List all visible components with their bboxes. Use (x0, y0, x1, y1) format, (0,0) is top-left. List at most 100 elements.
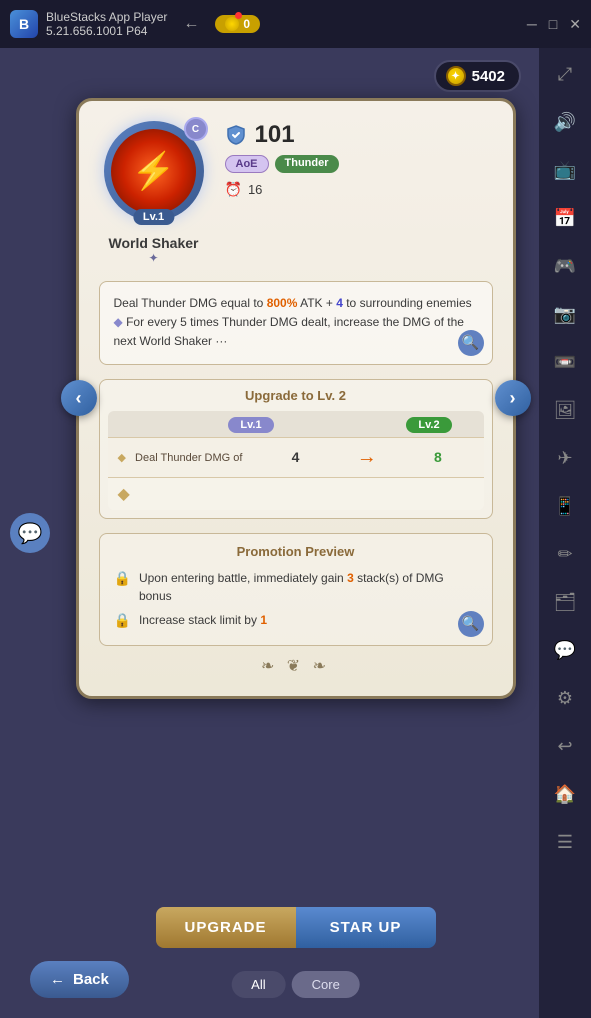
back-nav-arrow[interactable]: ← (183, 15, 199, 33)
skill-level-number: 101 (255, 121, 295, 149)
description-zoom-btn[interactable]: 🔍 (458, 330, 484, 356)
cooldown-value: 16 (248, 182, 262, 197)
description-box: Deal Thunder DMG equal to 800% ATK + 4 t… (99, 281, 493, 365)
promotion-title: Promotion Preview (114, 544, 478, 559)
sidebar-volume-icon[interactable]: 🔊 (549, 106, 581, 138)
coin-count: 0 (243, 17, 250, 31)
card-header: ⚡ C Lv.1 World Shaker ✦ (99, 121, 493, 265)
skill-info: 101 AoE Thunder ⏰ 16 (225, 121, 493, 198)
upgrade-table: Lv.1 Lv.2 ◆ Deal Thunder DMG of (108, 411, 484, 510)
promotion-zoom-btn[interactable]: 🔍 (458, 611, 484, 637)
sidebar-image-icon[interactable]: 🖼 (549, 394, 581, 426)
skill-icon-frame: ⚡ C Lv.1 (104, 121, 204, 221)
promo-num-1: 3 (347, 571, 354, 585)
sidebar-menu-icon[interactable]: ☰ (549, 826, 581, 858)
upgrade-col-lv1: Lv.1 (207, 417, 296, 431)
upgrade-row-val: 4 (260, 449, 331, 465)
skill-card-container: ‹ › ⚡ C Lv.1 World Shaker ✦ (76, 98, 516, 699)
promotion-text-2: Increase stack limit by 1 (139, 611, 267, 629)
app-name: BlueStacks App Player (46, 10, 167, 24)
sidebar-gamepad-icon[interactable]: 🎮 (549, 250, 581, 282)
upgrade-button[interactable]: UPGRADE (156, 907, 296, 948)
sidebar-camera-icon[interactable]: 📷 (549, 298, 581, 330)
lock-icon-2: 🔒 (114, 612, 131, 629)
app-logo: B (10, 10, 38, 38)
coin-badge: 0 (215, 15, 260, 33)
sidebar-settings-icon[interactable]: ⚙ (549, 682, 581, 714)
sidebar-home-icon[interactable]: 🏠 (549, 778, 581, 810)
nav-right-arrow[interactable]: › (495, 380, 531, 416)
skill-card: ‹ › ⚡ C Lv.1 World Shaker ✦ (76, 98, 516, 699)
row-dot: ◆ (118, 452, 126, 464)
clock-icon: ⏰ (225, 181, 242, 198)
back-button[interactable]: ← Back (30, 961, 129, 998)
description-text: Deal Thunder DMG equal to 800% ATK + 4 t… (114, 294, 478, 352)
coin-icon: ✦ (446, 66, 466, 86)
starup-button[interactable]: STAR UP (296, 907, 436, 948)
top-coin-display: ✦ 5402 (434, 60, 521, 92)
lock-icon-1: 🔒 (114, 570, 131, 587)
upgrade-col-label (118, 417, 207, 431)
lv2-badge: Lv.2 (406, 417, 451, 433)
maximize-btn[interactable]: □ (549, 16, 557, 33)
sidebar-flight-icon[interactable]: ✈ (549, 442, 581, 474)
dmg-bonus: 4 (336, 296, 343, 310)
top-coin-amount: 5402 (472, 68, 505, 85)
level-badge: Lv.1 (133, 209, 174, 225)
shield-icon (225, 124, 247, 146)
nav-left-arrow[interactable]: ‹ (61, 380, 97, 416)
tab-core[interactable]: Core (292, 971, 360, 998)
card-bottom-deco: ❧ ❦ ❧ (99, 656, 493, 676)
minimize-btn[interactable]: ─ (527, 16, 537, 33)
main-area: ✦ 5402 💬 ‹ › ⚡ C (0, 48, 591, 1018)
app-version: 5.21.656.1001 P64 (46, 24, 167, 38)
skill-level-row: 101 (225, 121, 493, 149)
game-area: ✦ 5402 💬 ‹ › ⚡ C (0, 48, 591, 1018)
dmg-percent: 800% (267, 296, 298, 310)
promotion-item-1: 🔒 Upon entering battle, immediately gain… (114, 569, 478, 605)
excl-badge: C (184, 117, 208, 141)
tag-aoe: AoE (225, 155, 269, 173)
back-arrow-icon: ← (50, 971, 65, 988)
sidebar-edit-icon[interactable]: ✏ (549, 538, 581, 570)
close-btn[interactable]: ✕ (569, 16, 581, 33)
upgrade-col-lv2: Lv.2 (385, 417, 474, 431)
promotion-item-2: 🔒 Increase stack limit by 1 (114, 611, 478, 629)
promotion-section: Promotion Preview 🔒 Upon entering battle… (99, 533, 493, 646)
cooldown-row: ⏰ 16 (225, 181, 493, 198)
plus-dots: ✦ (148, 251, 158, 265)
sidebar-display-icon[interactable]: 📺 (549, 154, 581, 186)
skill-icon-inner: ⚡ (111, 129, 196, 214)
upgrade-row-1: ◆ Deal Thunder DMG of 4 → 8 (108, 437, 484, 477)
back-label: Back (73, 971, 109, 988)
upgrade-title: Upgrade to Lv. 2 (100, 380, 492, 411)
tab-all[interactable]: All (231, 971, 285, 998)
window-controls: ─ □ ✕ (527, 16, 581, 33)
filter-tabs: All Core (231, 971, 360, 998)
skill-name: World Shaker (109, 235, 199, 251)
lv1-badge: Lv.1 (228, 417, 273, 433)
upgrade-section: Upgrade to Lv. 2 Lv.1 Lv.2 (99, 379, 493, 519)
sidebar-back-icon[interactable]: ↩ (549, 730, 581, 762)
sidebar-expand-icon[interactable]: ⤢ (549, 58, 581, 90)
sidebar-layers-icon[interactable]: 🗂 (549, 586, 581, 618)
upgrade-row-empty: ◆ (108, 477, 484, 510)
skill-icon-wrapper: ⚡ C Lv.1 World Shaker ✦ (99, 121, 209, 265)
tags-row: AoE Thunder (225, 155, 493, 173)
diamond-icon: ◆ (114, 315, 123, 329)
upgrade-row-new: 8 (402, 449, 473, 465)
sidebar-video-icon[interactable]: 📼 (549, 346, 581, 378)
title-bar: B BlueStacks App Player 5.21.656.1001 P6… (0, 0, 591, 48)
promo-num-2: 1 (260, 613, 267, 627)
upgrade-row-label: ◆ Deal Thunder DMG of (118, 451, 260, 464)
coin-circle (225, 17, 239, 31)
discord-icon[interactable]: 💬 (549, 634, 581, 666)
empty-dot: ◆ (118, 486, 130, 503)
chat-button[interactable]: 💬 (10, 513, 50, 553)
upgrade-arrow: → (331, 446, 402, 469)
tag-thunder: Thunder (275, 155, 339, 173)
sidebar-device-icon[interactable]: 📱 (549, 490, 581, 522)
upgrade-col-arrow (296, 417, 385, 431)
upgrade-header: Lv.1 Lv.2 (108, 411, 484, 437)
sidebar-calendar-icon[interactable]: 📅 (549, 202, 581, 234)
